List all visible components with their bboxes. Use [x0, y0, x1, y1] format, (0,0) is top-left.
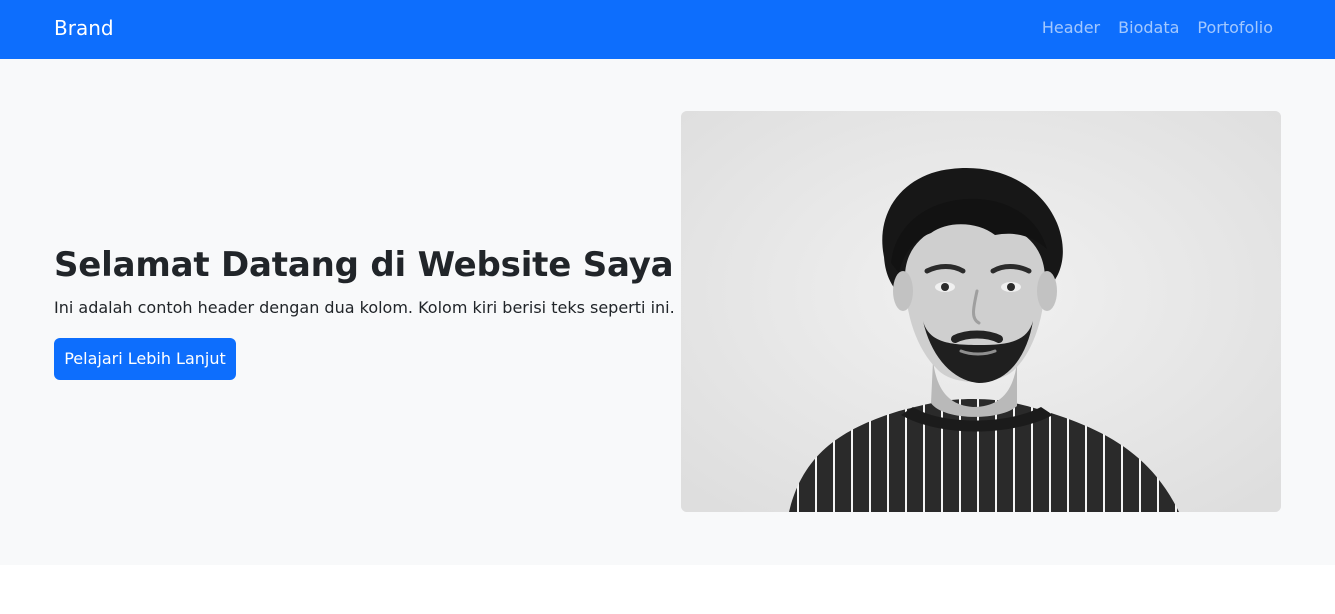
learn-more-button[interactable]: Pelajari Lebih Lanjut [54, 338, 236, 380]
nav-link-header[interactable]: Header [1042, 16, 1100, 40]
top-navbar: Brand Header Biodata Portofolio [0, 0, 1335, 59]
hero-title: Selamat Datang di Website Saya [54, 245, 674, 285]
hero-portrait-image [681, 111, 1281, 512]
hero-description: Ini adalah contoh header dengan dua kolo… [54, 298, 675, 317]
portrait-illustration [681, 111, 1281, 512]
hero-section: Selamat Datang di Website Saya Ini adala… [0, 59, 1335, 565]
nav-link-portofolio[interactable]: Portofolio [1197, 16, 1273, 40]
brand-link[interactable]: Brand [54, 14, 114, 42]
nav-link-biodata[interactable]: Biodata [1118, 16, 1179, 40]
nav-links: Header Biodata Portofolio [1042, 16, 1273, 40]
